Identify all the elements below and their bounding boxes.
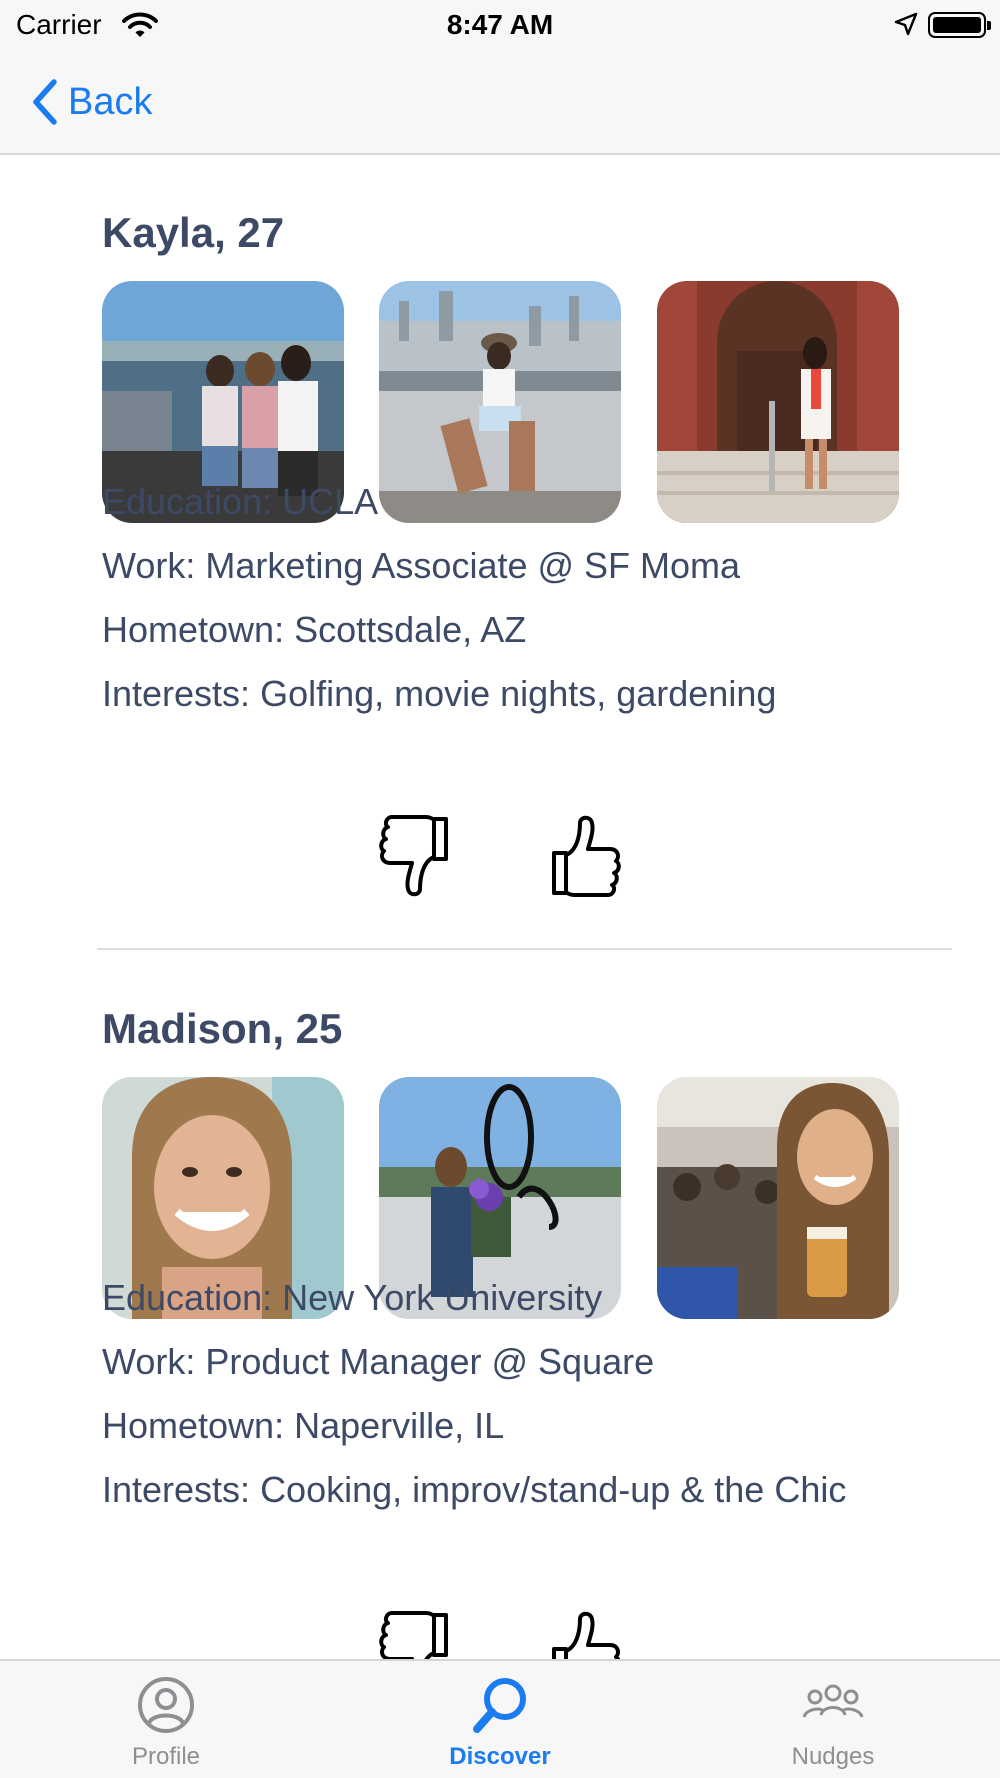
location-arrow-icon	[894, 12, 918, 36]
thumbs-down-icon[interactable]	[376, 1609, 454, 1659]
profile-photo[interactable]	[657, 281, 899, 523]
tab-discover[interactable]: Discover	[390, 1661, 610, 1778]
profile-name: Madison, 25	[102, 1005, 343, 1052]
hometown-text: Hometown: Naperville, IL	[102, 1405, 505, 1446]
profile-name: Kayla, 27	[102, 209, 285, 256]
thumbs-up-icon[interactable]	[546, 813, 624, 899]
chevron-left-icon	[33, 79, 57, 125]
thumbs-down-icon[interactable]	[376, 813, 454, 899]
hometown-text: Hometown: Scottsdale, AZ	[102, 609, 527, 650]
interests-text: Interests: Cooking, improv/stand-up & th…	[102, 1469, 847, 1510]
profile-list[interactable]: Kayla, 27 Education: UCLA Work: Marketin…	[0, 157, 1000, 1659]
status-bar: Carrier 8:47 AM	[0, 0, 1000, 50]
tab-label-nudges: Nudges	[791, 1743, 875, 1770]
person-circle-icon	[138, 1677, 194, 1733]
education-text: Education: UCLA	[102, 481, 379, 522]
tab-profile[interactable]: Profile	[56, 1661, 276, 1778]
thumbs-up-icon[interactable]	[546, 1609, 624, 1659]
search-icon	[473, 1678, 526, 1733]
interests-text: Interests: Golfing, movie nights, garden…	[102, 673, 777, 714]
tab-nudges[interactable]: Nudges	[723, 1661, 943, 1778]
profile-photo[interactable]	[379, 281, 621, 523]
back-button[interactable]: Back	[28, 74, 152, 130]
back-label: Back	[68, 80, 153, 123]
card-divider	[97, 948, 952, 950]
navigation-bar: Back	[0, 50, 1000, 155]
group-people-icon	[802, 1684, 864, 1718]
tab-bar: Profile Discover Nudges	[0, 1659, 1000, 1778]
work-text: Work: Product Manager @ Square	[102, 1341, 655, 1382]
tab-label-profile: Profile	[131, 1743, 201, 1770]
profile-photo[interactable]	[657, 1077, 899, 1319]
battery-icon	[928, 12, 991, 38]
tab-label-discover: Discover	[449, 1743, 551, 1770]
education-text: Education: New York University	[102, 1277, 603, 1318]
work-text: Work: Marketing Associate @ SF Moma	[102, 545, 741, 586]
status-time: 8:47 AM	[446, 9, 554, 40]
